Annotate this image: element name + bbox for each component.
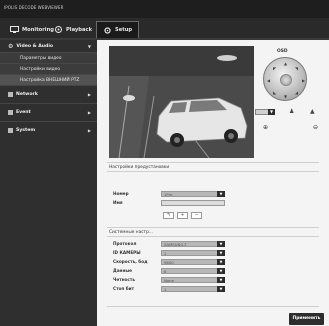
divider: [107, 306, 319, 307]
camera-id-label: ID КАМЕРЫ: [113, 250, 141, 255]
chevron-down-icon: ▼: [217, 277, 225, 283]
chevron-down-icon: ▼: [268, 109, 275, 115]
apply-button[interactable]: Применить: [289, 313, 324, 325]
sidebar-section-label: Video & Audio: [16, 43, 54, 49]
event-icon: [8, 110, 13, 115]
tab-playback[interactable]: Playback: [48, 21, 98, 38]
preset-section-title: Настройки предустановки: [109, 165, 170, 170]
select-value: None: [164, 278, 174, 283]
select-value: 1: [164, 251, 167, 256]
ptz-right-button[interactable]: ▶: [302, 78, 305, 83]
parity-select[interactable]: None ▼: [161, 277, 225, 283]
parity-label: Четность: [113, 277, 135, 282]
ptz-center-button[interactable]: [280, 74, 292, 86]
select-value: 9600: [164, 260, 174, 265]
sidebar-section-video-audio[interactable]: ⚙ Video & Audio ▼: [0, 40, 97, 52]
ptz-up-left-button[interactable]: ◤: [273, 66, 276, 71]
setup-icon: [104, 26, 111, 34]
divider: [107, 236, 319, 237]
divider: [107, 227, 319, 228]
camera-id-select[interactable]: 1 ▼: [161, 250, 225, 256]
tab-bar: Monitoring Playback Setup: [0, 18, 329, 40]
ptz-up-button[interactable]: ▲: [284, 61, 287, 66]
preset-go-button[interactable]: ↰: [163, 212, 174, 219]
baud-rate-label: Скорость, бод: [113, 259, 148, 264]
chevron-right-icon: ▶: [87, 110, 91, 115]
chevron-right-icon: ▶: [87, 128, 91, 133]
sidebar-item-label: Параметры видео: [20, 55, 62, 61]
data-bits-label: Данные: [113, 268, 132, 273]
sidebar-item-video-params[interactable]: Параметры видео: [0, 52, 97, 63]
zoom-in-icon[interactable]: ⊕: [263, 124, 268, 131]
sidebar-item-external-ptz[interactable]: Настройка ВНЕШНИЙ PTZ: [0, 74, 97, 85]
select-value: 1Pre: [164, 192, 173, 197]
system-icon: [8, 128, 13, 133]
select-value: SAMSUNG-T: [164, 242, 187, 247]
monitor-icon: [10, 26, 19, 33]
ptz-down-right-button[interactable]: ◢: [295, 90, 298, 95]
top-bar: IPOLIS DECODE WEBVIEWER: [0, 0, 329, 18]
preset-add-button[interactable]: +: [177, 212, 188, 219]
sidebar-item-label: Event: [16, 110, 31, 115]
divider: [107, 162, 319, 163]
chevron-down-icon: ▼: [217, 191, 225, 197]
stop-bit-select[interactable]: 1 ▼: [161, 286, 225, 292]
brand-title: IPOLIS DECODE WEBVIEWER: [4, 5, 64, 10]
ptz-label: OSD: [277, 49, 288, 54]
chevron-down-icon: ▼: [217, 259, 225, 265]
stop-bit-label: Стоп бит: [113, 286, 135, 291]
preset-number-select[interactable]: 1Pre ▼: [161, 191, 225, 197]
parking-garage-image: [109, 46, 254, 158]
sidebar-item-label: System: [16, 128, 36, 133]
playback-icon: [55, 26, 62, 33]
sidebar-item-event[interactable]: Event ▶: [0, 103, 97, 121]
preset-number-label: Номер: [113, 191, 129, 196]
network-icon: [8, 92, 13, 97]
protocol-select[interactable]: SAMSUNG-T ▼: [161, 241, 225, 247]
ptz-down-button[interactable]: ▼: [284, 94, 287, 99]
gear-icon: ⚙: [8, 42, 14, 50]
sidebar-item-video-settings[interactable]: Настройки видео: [0, 63, 97, 74]
chevron-down-icon: ▼: [217, 250, 225, 256]
preset-name-input[interactable]: [161, 200, 225, 206]
sidebar-item-network[interactable]: Network ▶: [0, 85, 97, 103]
undo-arrow-icon: ↰: [166, 213, 171, 218]
sidebar-item-label: Настройки видео: [20, 66, 61, 72]
preset-name-label: Имя: [113, 200, 123, 205]
chevron-down-icon: ▼: [87, 43, 91, 49]
chevron-down-icon: ▼: [217, 286, 225, 292]
sidebar-item-system[interactable]: System ▶: [0, 121, 97, 139]
ptz-joystick[interactable]: ▲ ▼ ◀ ▶ ◤ ◥ ◣ ◢: [263, 57, 307, 101]
tab-label: Playback: [66, 26, 93, 33]
person-icon[interactable]: ♟: [289, 108, 294, 115]
live-video-view: [109, 46, 254, 158]
select-value: 8: [164, 269, 167, 274]
select-value: 1: [164, 287, 167, 292]
data-bits-select[interactable]: 8 ▼: [161, 268, 225, 274]
sidebar-item-label: Настройка ВНЕШНИЙ PTZ: [20, 77, 80, 83]
ptz-speed-select[interactable]: ▼: [255, 109, 275, 115]
baud-rate-select[interactable]: 9600 ▼: [161, 259, 225, 265]
tab-setup[interactable]: Setup: [96, 21, 140, 38]
ptz-up-right-button[interactable]: ◥: [295, 66, 298, 71]
main-content: OSD ▲ ▼ ◀ ▶ ◤ ◥ ◣ ◢ ▼ ♟ ▲ ⊕ ⊖ Настройки …: [97, 40, 329, 326]
zoom-out-icon[interactable]: ⊖: [313, 124, 318, 131]
chevron-down-icon: ▼: [217, 268, 225, 274]
protocol-label: Протокол: [113, 241, 137, 246]
divider: [107, 171, 319, 172]
ptz-down-left-button[interactable]: ◣: [273, 90, 276, 95]
sidebar-item-label: Network: [16, 92, 38, 97]
plus-icon: +: [180, 213, 185, 218]
tab-label: Setup: [115, 27, 133, 33]
preset-delete-button[interactable]: −: [191, 212, 202, 219]
control-section-title: Системные настр...: [109, 230, 153, 235]
minus-icon: −: [194, 213, 199, 218]
sidebar: ⚙ Video & Audio ▼ Параметры видео Настро…: [0, 40, 97, 326]
chevron-right-icon: ▶: [87, 92, 91, 97]
ptz-left-button[interactable]: ◀: [267, 78, 270, 83]
mountain-icon[interactable]: ▲: [310, 108, 315, 115]
chevron-down-icon: ▼: [217, 241, 225, 247]
